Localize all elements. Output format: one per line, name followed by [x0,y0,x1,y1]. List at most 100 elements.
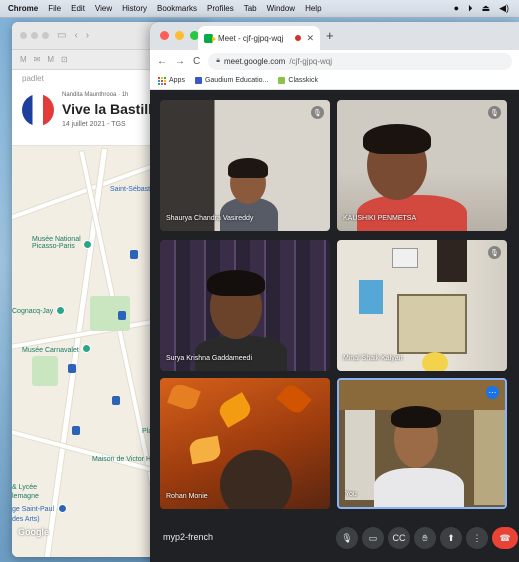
wall-poster [359,280,383,314]
volume-icon[interactable]: ◀) [499,3,509,14]
microphone-button[interactable]: 🎙︎ [336,527,358,549]
tab-meet[interactable]: Meet - cjf-gjpq-wqj ✕ [198,26,320,50]
new-tab-button[interactable]: + [326,28,334,43]
author-name: Nandita Maunthrooa [62,92,117,98]
bookmark-gaudium[interactable]: Gaudium Educatio... [194,77,269,84]
back-icon[interactable]: ← [157,56,167,67]
menu-window[interactable]: Window [262,4,300,13]
map-label-saint-paul: ge Saint-Paul [12,506,55,513]
map-label-lycee: & Lycée [12,484,38,491]
camera-button[interactable]: ▭ [362,527,384,549]
address-bar: ← → C 🔒︎ meet.google.com/cjf-gjpq-wqj [150,50,519,72]
captions-button[interactable]: CC [388,527,410,549]
meeting-code: myp2-french [163,532,214,542]
metro-icon[interactable] [112,396,120,405]
bookmark-icon[interactable]: ✉ [34,55,41,64]
metro-icon[interactable] [72,426,80,435]
play-icon[interactable]: ⏵ [468,3,473,14]
google-logo: Google [18,527,49,537]
participant-body [195,336,287,371]
map-label-maison-victor: Maison de Victor H [92,456,152,463]
padlet-date: 14 juillet 2021 - TGS [62,121,126,128]
forward-icon[interactable]: → [175,56,185,67]
close-window-button[interactable] [160,31,169,40]
metro-icon[interactable] [130,250,138,259]
apps-grid-icon [158,76,166,85]
participant-name: Minal Shaik Kalyan [343,355,403,362]
participant-name: KAUSHIKI PENMETSA [343,215,417,222]
present-screen-button[interactable]: ⬆ [440,527,462,549]
menu-view[interactable]: View [90,4,117,13]
raise-hand-button[interactable]: ✋︎ [414,527,436,549]
bookmark-icon[interactable]: M [20,55,27,64]
leaf-decoration [167,381,201,413]
status-icons: ● ⏵ ⏏ ◀) [454,3,519,14]
map-park [32,356,58,386]
more-options-icon[interactable]: ⋯ [486,386,499,399]
classkick-icon [278,77,286,84]
participant-tile[interactable]: Surya Krishna Gaddameedi [160,240,330,371]
leave-call-button[interactable]: ☎︎ [492,527,518,549]
participant-name: Shaurya Chandra Vasireddy [166,215,254,222]
padlet-title: Vive la Bastille [62,101,160,117]
participant-hair [228,158,268,178]
balloon [422,352,448,371]
minimize-window-button[interactable] [175,31,184,40]
menu-profiles[interactable]: Profiles [202,4,239,13]
eject-icon[interactable]: ⏏ [482,3,491,14]
lock-icon[interactable]: 🔒︎ [216,57,220,65]
map-pin-icon[interactable] [83,240,92,249]
bookmark-label: Gaudium Educatio... [204,77,269,84]
screen-record-icon[interactable]: ● [454,3,459,14]
close-tab-icon[interactable]: ✕ [306,33,314,44]
more-options-button[interactable]: ⋮ [466,527,488,549]
whiteboard [345,410,375,500]
url-field[interactable]: 🔒︎ meet.google.com/cjf-gjpq-wqj [208,52,512,70]
menu-app-chrome[interactable]: Chrome [0,4,43,13]
sidebar-icon[interactable]: ▭ [57,30,66,41]
participant-hair [391,406,441,428]
map-pin-icon[interactable] [82,344,91,353]
participant-hair [207,270,265,296]
menu-edit[interactable]: Edit [66,4,90,13]
map-pin-icon[interactable] [56,306,65,315]
map-label-carnavalet: Musée Carnavalet [22,347,79,354]
forward-icon[interactable]: › [86,30,89,41]
participant-tile[interactable]: 🎙︎ KAUSHIKI PENMETSA [337,100,507,231]
map-label-saint-sebastien: Saint-Sébast [110,186,151,193]
metro-icon[interactable] [118,311,126,320]
menu-help[interactable]: Help [300,4,326,13]
bookmark-icon[interactable]: M [47,55,54,64]
participant-tile[interactable]: Rohan Monie [160,378,330,509]
mic-off-icon: 🎙︎ [488,106,501,119]
author-time: 1h [121,92,129,98]
menu-file[interactable]: File [43,4,66,13]
participant-body [374,468,464,507]
padlet-author: Nandita Maunthrooa · 1h [62,92,129,98]
metro-icon[interactable] [68,364,76,373]
bookmark-label: Classkick [288,77,318,84]
wall-poster [392,248,418,268]
window-controls[interactable] [20,32,49,39]
menu-tab[interactable]: Tab [239,4,262,13]
participant-name: You [345,491,357,498]
map-pin-icon[interactable] [58,504,67,513]
map-label-saint-paul-2: des Arts) [12,516,40,523]
cork-board [397,294,467,354]
menu-history[interactable]: History [117,4,152,13]
participant-tile[interactable]: 🎙︎ Minal Shaik Kalyan [337,240,507,371]
bookmark-apps[interactable]: Apps [158,76,185,85]
back-icon[interactable]: ‹ [74,30,77,41]
bookmark-classkick[interactable]: Classkick [278,77,318,84]
bookmark-icon[interactable]: ⊡ [61,55,68,64]
url-domain: meet.google.com [223,56,286,66]
participant-tile[interactable]: 🎙︎ Shaurya Chandra Vasireddy [160,100,330,231]
menu-bookmarks[interactable]: Bookmarks [152,4,202,13]
participant-tile-self[interactable]: ⋯ You [337,378,507,509]
reload-icon[interactable]: C [193,56,200,67]
recording-icon [295,35,302,41]
gaudium-icon [194,77,202,84]
participant-hair [363,124,431,154]
leaf-decoration [216,392,254,428]
chrome-window: Meet - cjf-gjpq-wqj ✕ + ← → C 🔒︎ meet.go… [150,22,519,562]
